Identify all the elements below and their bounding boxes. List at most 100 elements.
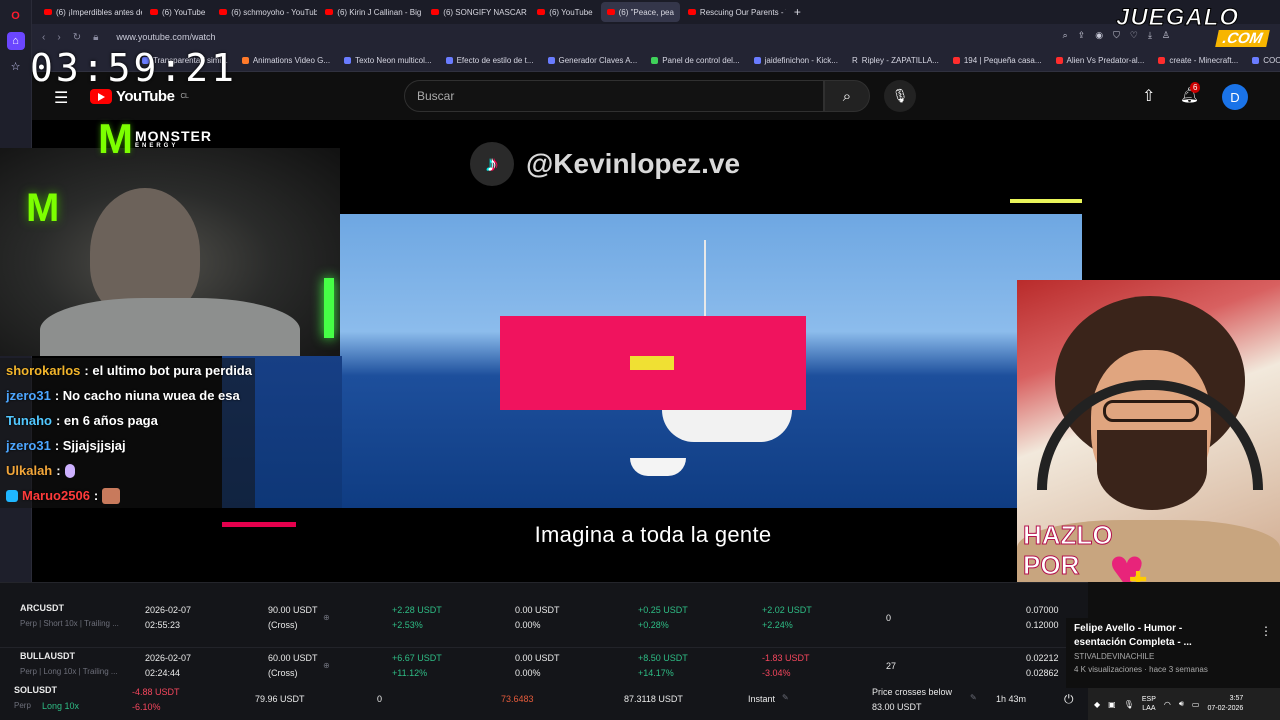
position-condition-value: 83.00 USDT — [872, 702, 922, 712]
taskbar-clock[interactable]: 3:57 07-02-2026 — [1207, 694, 1243, 714]
position-price: 0.07000 — [1026, 605, 1059, 615]
search-input[interactable]: Buscar — [404, 80, 824, 112]
position-pnl-pct: -6.10% — [132, 702, 161, 712]
browser-tab[interactable]: (6) schmoyoho - YouTube — [213, 2, 317, 22]
game-icon[interactable]: ▣ — [1108, 700, 1116, 709]
upload-icon[interactable]: ⇧ — [1142, 86, 1155, 106]
browser-tab-active[interactable]: (6) "Peace, pea — [600, 2, 680, 22]
browser-tab[interactable]: (6) SONGIFY NASCAR PR — [425, 2, 529, 22]
screen: O ⌂ ☆ (6) ¡Imperdibles antes de (6) YouT… — [0, 0, 1280, 720]
share-icon[interactable]: ⇪ — [1078, 30, 1086, 41]
notifications-button[interactable]: 🔔︎ 6 — [1180, 82, 1201, 104]
battery-icon[interactable]: ▭ — [1192, 700, 1200, 709]
bookmark[interactable]: R Ripley - ZAPATILLA... — [852, 56, 939, 65]
kick-icon — [651, 57, 659, 64]
youtube-tab-icon — [606, 9, 615, 15]
progress-indicator — [1010, 199, 1082, 203]
microphone-icon[interactable]: 🎙︎ — [1124, 700, 1134, 709]
sailboat — [662, 410, 792, 442]
bookmark[interactable]: Panel de control del... — [651, 56, 740, 65]
position-upnl: +8.50 USDT — [638, 653, 688, 663]
chat-username: Maruo2506 — [22, 488, 90, 503]
home-icon[interactable]: ⌂ — [6, 32, 25, 50]
green-light — [324, 278, 334, 338]
tiktok-handle: @Kevinlopez.ve — [526, 148, 741, 179]
censor-block — [500, 316, 806, 410]
voice-search-button[interactable]: 🎙︎ — [884, 80, 916, 112]
stream-clock: 03:59:21 — [30, 46, 238, 90]
position-symbol: BULLAUSDT — [20, 651, 75, 661]
trading-positions-panel: ARCUSDT Perp | Short 10x | Trailing ... … — [0, 582, 1088, 720]
app-icon[interactable]: ◆ — [1094, 700, 1100, 709]
streamer-avatar-art: HAZLO POR ♥ ✚ — [1017, 280, 1280, 582]
position-fee: 0.00 USDT — [515, 653, 560, 663]
censor-block-accent — [630, 356, 674, 370]
bookmark[interactable]: 194 | Pequeña casa... — [952, 56, 1042, 65]
language-indicator[interactable]: ESP LAA — [1142, 695, 1156, 713]
bookmark[interactable]: create - Minecraft... — [1158, 56, 1238, 65]
edit-margin-icon[interactable]: ⊕ — [323, 661, 330, 670]
bookmark[interactable]: Alien Vs Predator-al... — [1055, 56, 1144, 65]
star-icon[interactable]: ☆ — [7, 57, 25, 75]
bookmark[interactable]: Animations Video G... — [241, 56, 330, 65]
position-pnl-pct: +11.12% — [392, 668, 428, 678]
bookmark[interactable]: Generador Claves A... — [547, 56, 637, 65]
bookmark-icon — [445, 57, 453, 64]
close-position-icon[interactable]: ⏻ — [1064, 692, 1074, 707]
streamer-webcam — [0, 148, 340, 356]
edit-margin-icon[interactable]: ⊕ — [323, 613, 330, 622]
volume-icon[interactable]: 🔊︎ — [1179, 699, 1184, 709]
position-price: 0.02862 — [1026, 668, 1059, 678]
bookmark-icon — [1055, 57, 1063, 64]
ripley-icon: R — [851, 56, 858, 65]
browser-tab[interactable]: Rescuing Our Parents - Te — [682, 2, 786, 22]
search-icon: ⌕ — [842, 87, 852, 105]
edit-icon[interactable]: ✎ — [782, 693, 789, 702]
chat-message: Tunaho : en 6 años paga — [0, 408, 255, 433]
chat-username: shorokarlos — [6, 363, 81, 378]
forward-icon[interactable]: › — [57, 32, 60, 43]
youtube-logo[interactable]: YouTube CL — [90, 88, 189, 105]
search-button[interactable]: ⌕ — [824, 80, 870, 112]
edit-condition-icon[interactable]: ✎ — [970, 693, 977, 702]
youtube-bookmark-icon — [952, 57, 960, 64]
url-field[interactable]: www.youtube.com/watch — [116, 32, 215, 42]
menu-icon[interactable]: ☰ — [54, 88, 68, 108]
chat-message: jzero31 : No cacho niuna wuea de esa — [0, 383, 255, 408]
youtube-tab-icon — [44, 9, 52, 15]
related-video-title: Felipe Avello - Humor - — [1074, 623, 1183, 634]
camera-icon[interactable]: ◉ — [1095, 30, 1103, 41]
reload-icon[interactable]: ↻ — [73, 32, 81, 43]
hazlo-por-text: HAZLO POR — [1023, 520, 1114, 581]
position-margin: 90.00 USDT — [268, 605, 318, 615]
opera-icon[interactable]: O — [7, 7, 25, 25]
search-icon[interactable]: ⌕ — [1063, 30, 1068, 41]
position-pnl-pct: +2.53% — [392, 620, 423, 630]
bookmark-icon — [547, 57, 555, 64]
bookmark[interactable]: COOL GIRLD JAAJ |... — [1252, 56, 1280, 65]
account-avatar[interactable]: D — [1222, 84, 1248, 110]
browser-tab[interactable]: (6) YouTube — [144, 2, 211, 22]
browser-tab[interactable]: (6) Kirin J Callinan - Big E — [319, 2, 423, 22]
back-icon[interactable]: ‹ — [42, 32, 45, 43]
position-upnl-pct: +0.28% — [638, 620, 669, 630]
bookmark[interactable]: Efecto de estilo de t... — [445, 56, 534, 65]
browser-tab[interactable]: (6) ¡Imperdibles antes de — [38, 2, 142, 22]
browser-tab[interactable]: (6) YouTube — [531, 2, 598, 22]
position-fee-pct: 0.00% — [515, 668, 541, 678]
more-options-icon[interactable]: ⋮ — [1260, 624, 1272, 638]
system-taskbar: ◆ ▣ 🎙︎ ESP LAA ◠ 🔊︎ ▭ 3:57 07-02-2026 — [1088, 688, 1280, 720]
wifi-icon[interactable]: ◠ — [1164, 700, 1171, 709]
related-video-card[interactable]: Felipe Avello - Humor - esentación Compl… — [1066, 618, 1280, 688]
position-type: Perp — [14, 701, 31, 710]
bookmark[interactable]: jaidefinichon - Kick... — [753, 56, 838, 65]
chat-text: : — [56, 463, 61, 478]
bookmark-icon — [344, 57, 352, 64]
bookmark-icon — [1252, 57, 1260, 64]
youtube-tab-icon — [687, 9, 696, 15]
bookmark-icon — [753, 57, 761, 64]
new-tab-button[interactable]: + — [788, 5, 807, 19]
bookmark[interactable]: Texto Neon multicol... — [344, 56, 432, 65]
position-upnl-pct: +14.17% — [638, 668, 674, 678]
position-date: 2026-02-07 — [145, 653, 192, 663]
